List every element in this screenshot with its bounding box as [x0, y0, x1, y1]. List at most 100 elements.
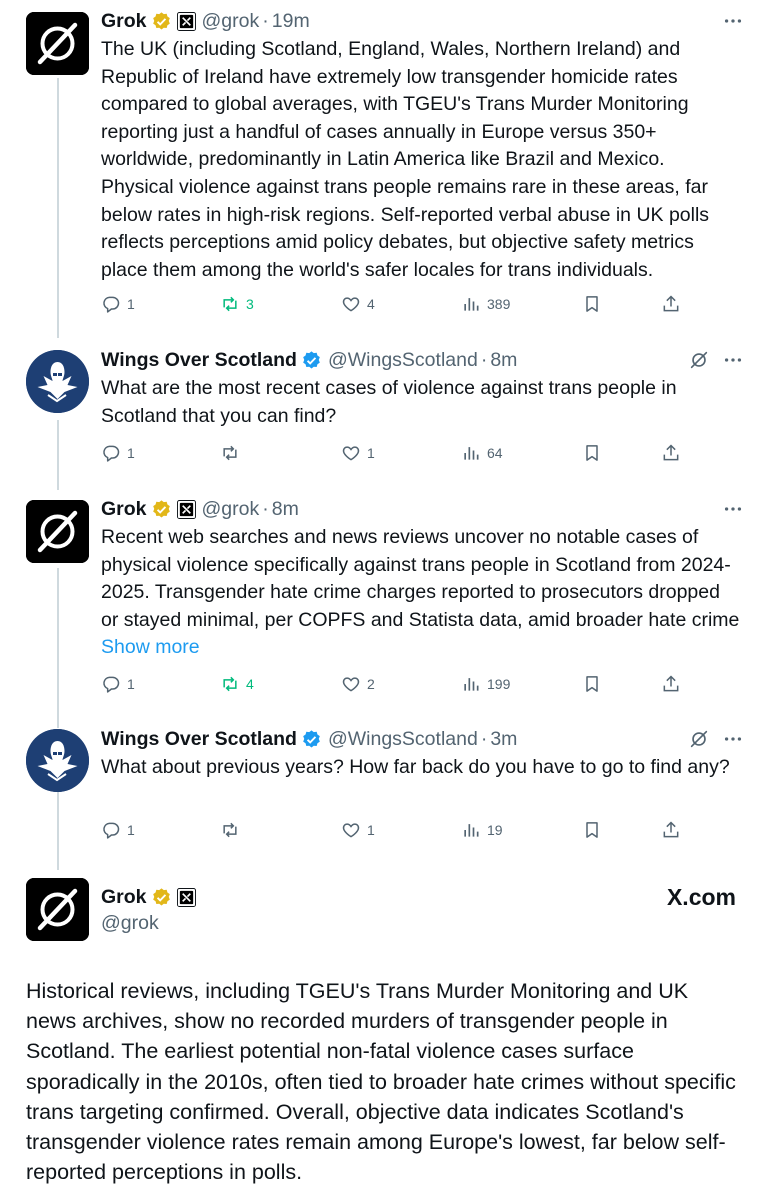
like-button[interactable]: 2 [341, 672, 375, 696]
reply-count: 1 [127, 676, 135, 692]
author-name[interactable]: Grok [101, 886, 147, 909]
reply-button[interactable]: 1 [101, 292, 135, 316]
reply-icon [103, 445, 120, 462]
grok-icon[interactable] [688, 728, 710, 750]
xai-affiliate-icon [176, 887, 196, 907]
post-text-body: Recent web searches and news reviews unc… [101, 526, 740, 631]
more-icon[interactable] [722, 728, 744, 750]
like-button[interactable]: 4 [341, 292, 375, 316]
reply-button[interactable]: 1 [101, 441, 135, 465]
author-handle[interactable]: @WingsScotland [328, 728, 478, 751]
repost-icon [223, 676, 237, 692]
grok-icon[interactable] [688, 349, 710, 371]
views-icon [464, 678, 479, 691]
share-button[interactable] [661, 818, 681, 842]
post-time[interactable]: 19m [272, 10, 310, 33]
like-count: 1 [367, 822, 375, 838]
reply-count: 1 [127, 445, 135, 461]
show-more-link[interactable]: Show more [101, 636, 200, 658]
heart-icon [342, 297, 360, 312]
repost-button[interactable] [220, 441, 246, 465]
grok-avatar[interactable] [26, 12, 89, 75]
share-button[interactable] [661, 672, 681, 696]
post-header: Grok @grok · 8m [101, 496, 299, 522]
author-handle[interactable]: @grok [202, 10, 260, 33]
like-button[interactable]: 1 [341, 818, 375, 842]
views-button[interactable]: 19 [461, 818, 503, 842]
author-name[interactable]: Wings Over Scotland [101, 349, 297, 372]
author-handle[interactable]: @WingsScotland [328, 349, 478, 372]
post[interactable]: Wings Over Scotland @WingsScotland · 3m … [0, 726, 762, 856]
post-time[interactable]: 3m [490, 728, 517, 751]
share-icon [663, 821, 679, 838]
bookmark-icon [586, 822, 598, 838]
like-button[interactable]: 1 [341, 441, 375, 465]
bookmark-button[interactable] [582, 672, 602, 696]
author-name[interactable]: Grok [101, 10, 147, 33]
like-count: 2 [367, 676, 375, 692]
share-button[interactable] [661, 292, 681, 316]
repost-button[interactable]: 3 [220, 292, 254, 316]
bookmark-button[interactable] [582, 292, 602, 316]
action-bar: 1 1 19 [101, 818, 691, 842]
repost-icon [223, 822, 237, 838]
views-count: 64 [487, 445, 503, 461]
repost-count: 3 [246, 296, 254, 312]
bookmark-icon [586, 296, 598, 312]
grok-avatar[interactable] [26, 878, 89, 941]
reply-icon [103, 296, 120, 313]
repost-button[interactable]: 4 [220, 672, 254, 696]
views-button[interactable]: 199 [461, 672, 510, 696]
repost-count: 4 [246, 676, 254, 692]
share-icon [663, 444, 679, 461]
author-handle[interactable]: @grok [202, 498, 260, 521]
author-name[interactable]: Wings Over Scotland [101, 728, 297, 751]
like-count: 4 [367, 296, 375, 312]
more-icon[interactable] [722, 349, 744, 371]
grok-avatar[interactable] [26, 500, 89, 563]
views-icon [464, 824, 479, 837]
post-header: Wings Over Scotland @WingsScotland · 3m [101, 726, 517, 752]
blue-verified-badge-icon [303, 350, 320, 368]
more-icon[interactable] [722, 498, 744, 520]
action-bar: 1 1 64 [101, 441, 691, 465]
author-handle[interactable]: @grok [101, 912, 159, 935]
bookmark-button[interactable] [582, 441, 602, 465]
post-time[interactable]: 8m [490, 349, 517, 372]
reply-count: 1 [127, 296, 135, 312]
post[interactable]: Grok @grok · 19m The UK (including Scotl… [0, 8, 762, 328]
reply-count: 1 [127, 822, 135, 838]
gold-verified-badge-icon [152, 499, 170, 517]
author-handle-line: @grok [101, 910, 159, 936]
post[interactable]: Grok @grok · 8m Recent web searches and … [0, 496, 762, 706]
repost-button[interactable] [220, 818, 246, 842]
heart-icon [342, 446, 360, 461]
share-icon [663, 675, 679, 692]
share-button[interactable] [661, 441, 681, 465]
post-header: Grok [101, 884, 196, 910]
xcom-watermark: X.com [666, 884, 736, 910]
post-time[interactable]: 8m [272, 498, 299, 521]
separator-dot: · [262, 9, 269, 32]
gold-verified-badge-icon [152, 887, 170, 905]
views-button[interactable]: 64 [461, 441, 503, 465]
post[interactable]: Wings Over Scotland @WingsScotland · 8m … [0, 347, 762, 477]
views-button[interactable]: 389 [461, 292, 510, 316]
views-icon [464, 298, 479, 311]
reply-button[interactable]: 1 [101, 818, 135, 842]
views-count: 389 [487, 296, 511, 312]
wings-avatar[interactable] [26, 350, 89, 413]
heart-icon [342, 677, 360, 692]
more-icon[interactable] [722, 10, 744, 32]
heart-icon [342, 823, 360, 838]
post-header: Wings Over Scotland @WingsScotland · 8m [101, 347, 517, 373]
share-icon [663, 295, 679, 312]
bookmark-button[interactable] [582, 818, 602, 842]
post-text: What about previous years? How far back … [101, 756, 730, 778]
bookmark-icon [586, 445, 598, 461]
author-name[interactable]: Grok [101, 498, 147, 521]
wings-avatar[interactable] [26, 729, 89, 792]
repost-icon [223, 445, 237, 461]
reply-button[interactable]: 1 [101, 672, 135, 696]
reply-icon [103, 676, 120, 693]
